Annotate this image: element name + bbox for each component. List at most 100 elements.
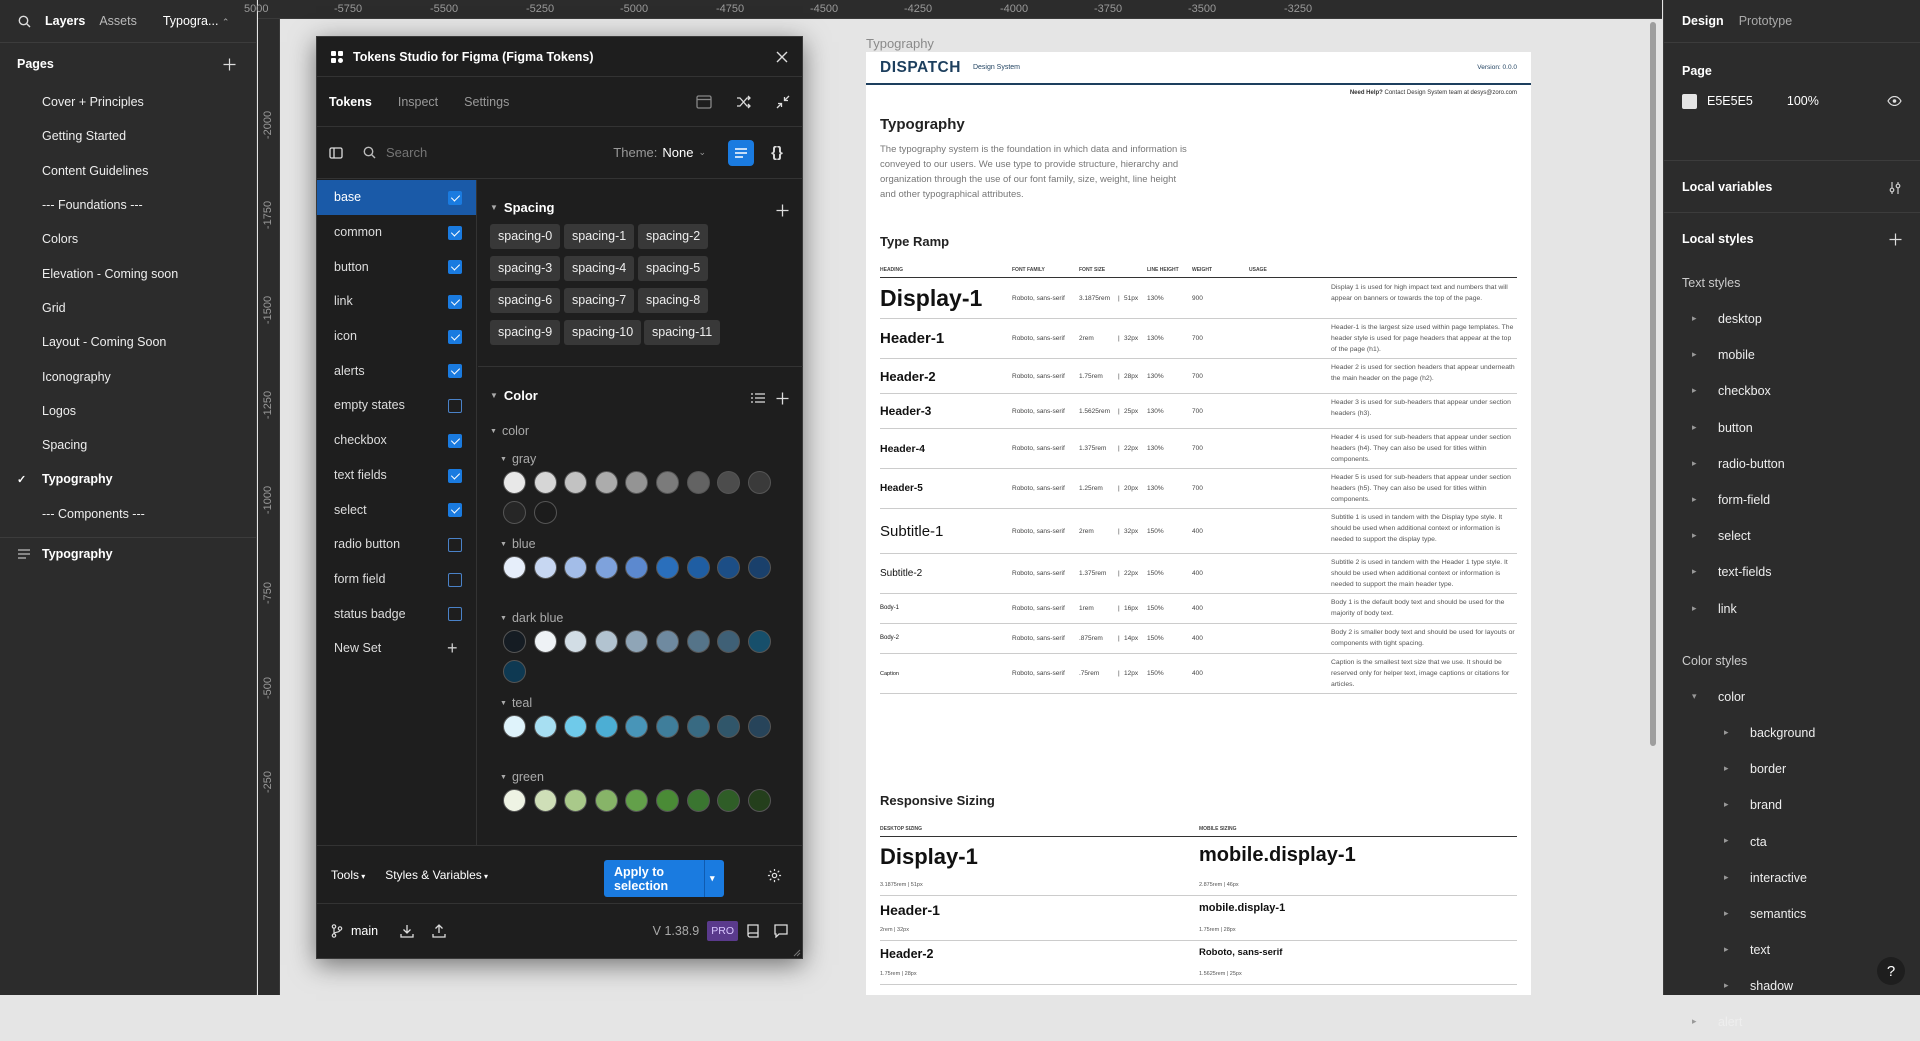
color-swatch[interactable] (686, 556, 710, 579)
local-variables-section[interactable]: Local variables (1664, 161, 1920, 213)
variables-settings-icon[interactable] (1888, 181, 1902, 195)
color-swatch[interactable] (747, 471, 771, 494)
spacing-token-pill[interactable]: spacing-11 (644, 320, 721, 345)
token-set-checkbox[interactable] (448, 607, 462, 622)
tab-inspect[interactable]: Inspect (398, 95, 438, 109)
token-set-checkbox[interactable] (448, 572, 462, 587)
layer-typography[interactable]: Typography (0, 536, 256, 571)
page-item[interactable]: Spacing (0, 428, 256, 462)
page-color-value[interactable]: E5E5E5 (1707, 94, 1753, 108)
color-swatch[interactable] (717, 715, 741, 738)
color-swatch[interactable] (503, 501, 526, 524)
branch-selector[interactable]: main (351, 924, 378, 938)
apply-to-selection-button[interactable]: Apply to selection ▾ (604, 860, 724, 897)
spacing-token-pill[interactable]: spacing-5 (638, 256, 709, 281)
spacing-token-pill[interactable]: spacing-8 (638, 288, 709, 313)
color-swatch[interactable] (656, 630, 679, 653)
color-swatch[interactable] (503, 471, 526, 494)
page-dropdown[interactable]: Typogra... ⌃ (163, 14, 230, 28)
spacing-token-pill[interactable]: spacing-7 (564, 288, 635, 313)
spacing-section-header[interactable]: ▼ Spacing (490, 200, 555, 215)
token-set-item[interactable]: alerts (317, 353, 476, 388)
page-item[interactable]: Cover + Principles (0, 85, 256, 119)
style-item[interactable]: ▸ radio-button (1682, 446, 1902, 482)
frame-label[interactable]: Typography (866, 36, 934, 51)
token-set-item[interactable]: text fields (317, 458, 476, 493)
color-swatch[interactable] (686, 715, 710, 738)
style-item[interactable]: ▸ semantics (1682, 896, 1902, 932)
typography-artboard[interactable]: DISPATCH Design System Version: 0.0.0 Ne… (866, 52, 1531, 995)
page-fill-row[interactable]: E5E5E5 100% (1682, 91, 1902, 111)
color-swatch[interactable] (564, 471, 588, 494)
page-color-swatch[interactable] (1682, 93, 1697, 109)
token-set-checkbox[interactable] (448, 191, 462, 205)
page-item[interactable]: Colors (0, 222, 256, 256)
color-swatch[interactable] (533, 501, 557, 524)
style-item[interactable]: ▸ background (1682, 715, 1902, 751)
color-subgroup[interactable]: ▼ teal (500, 696, 532, 710)
tab-assets[interactable]: Assets (99, 14, 137, 28)
minimize-icon[interactable] (776, 95, 790, 109)
color-swatch[interactable] (564, 630, 588, 653)
color-subgroup[interactable]: ▼ green (500, 770, 544, 784)
add-style-icon[interactable] (1889, 233, 1902, 246)
color-swatch[interactable] (503, 660, 526, 683)
color-swatch[interactable] (503, 556, 526, 579)
color-swatch[interactable] (533, 789, 557, 812)
resize-handle-icon[interactable] (791, 947, 801, 957)
token-set-item[interactable]: status badge (317, 596, 476, 631)
color-swatch[interactable] (625, 789, 649, 812)
color-swatch[interactable] (503, 789, 526, 812)
color-swatch[interactable] (656, 556, 679, 579)
style-item[interactable]: ▸ link (1682, 591, 1902, 627)
color-swatch[interactable] (625, 556, 649, 579)
token-set-checkbox[interactable] (448, 399, 462, 414)
color-subgroup[interactable]: ▼ blue (500, 537, 536, 551)
color-swatch[interactable] (747, 630, 771, 653)
color-swatch[interactable] (625, 471, 649, 494)
page-opacity[interactable]: 100% (1787, 94, 1819, 108)
token-set-item[interactable]: empty states (317, 388, 476, 423)
color-swatch[interactable] (533, 471, 557, 494)
page-item[interactable]: Grid (0, 291, 256, 325)
color-swatch[interactable] (656, 789, 679, 812)
spacing-token-pill[interactable]: spacing-3 (490, 256, 561, 281)
style-item[interactable]: ▸ text (1682, 932, 1902, 968)
color-swatch[interactable] (625, 630, 649, 653)
styles-variables-menu[interactable]: Styles & Variables ▾ (385, 868, 488, 882)
style-item[interactable]: ▸ interactive (1682, 860, 1902, 896)
new-set-button[interactable]: New Set + (317, 631, 476, 666)
apply-options-chevron-icon[interactable]: ▾ (705, 873, 715, 884)
list-view-button[interactable] (728, 139, 754, 166)
color-swatch[interactable] (717, 556, 741, 579)
color-swatch[interactable] (656, 471, 679, 494)
page-item[interactable]: Elevation - Coming soon (0, 256, 256, 290)
token-set-item[interactable]: select (317, 492, 476, 527)
color-swatch[interactable] (686, 630, 710, 653)
page-item[interactable]: Layout - Coming Soon (0, 325, 256, 359)
add-spacing-icon[interactable] (776, 204, 789, 217)
color-swatch[interactable] (533, 630, 557, 653)
color-section-header[interactable]: ▼ Color (490, 388, 538, 403)
token-set-checkbox[interactable] (448, 468, 462, 483)
color-swatch[interactable] (564, 789, 588, 812)
color-swatch[interactable] (686, 471, 710, 494)
token-set-item[interactable]: common (317, 215, 476, 250)
color-swatch[interactable] (594, 471, 618, 494)
spacing-token-pill[interactable]: spacing-1 (564, 224, 635, 249)
page-item[interactable]: --- Components --- (0, 497, 256, 531)
spacing-token-pill[interactable]: spacing-4 (564, 256, 635, 281)
list-icon[interactable] (751, 392, 765, 404)
color-swatch[interactable] (564, 556, 588, 579)
style-item[interactable]: ▸ button (1682, 410, 1902, 446)
spacing-token-pill[interactable]: spacing-2 (638, 224, 709, 249)
token-set-checkbox[interactable] (448, 364, 462, 379)
token-set-item[interactable]: button (317, 249, 476, 284)
style-item[interactable]: ▸ brand (1682, 787, 1902, 823)
token-set-item[interactable]: icon (317, 319, 476, 354)
page-item[interactable]: Getting Started (0, 119, 256, 153)
token-set-checkbox[interactable] (448, 329, 462, 344)
tab-design[interactable]: Design (1682, 14, 1724, 28)
color-subgroup[interactable]: ▼ dark blue (500, 611, 563, 625)
feedback-icon[interactable] (774, 924, 788, 938)
